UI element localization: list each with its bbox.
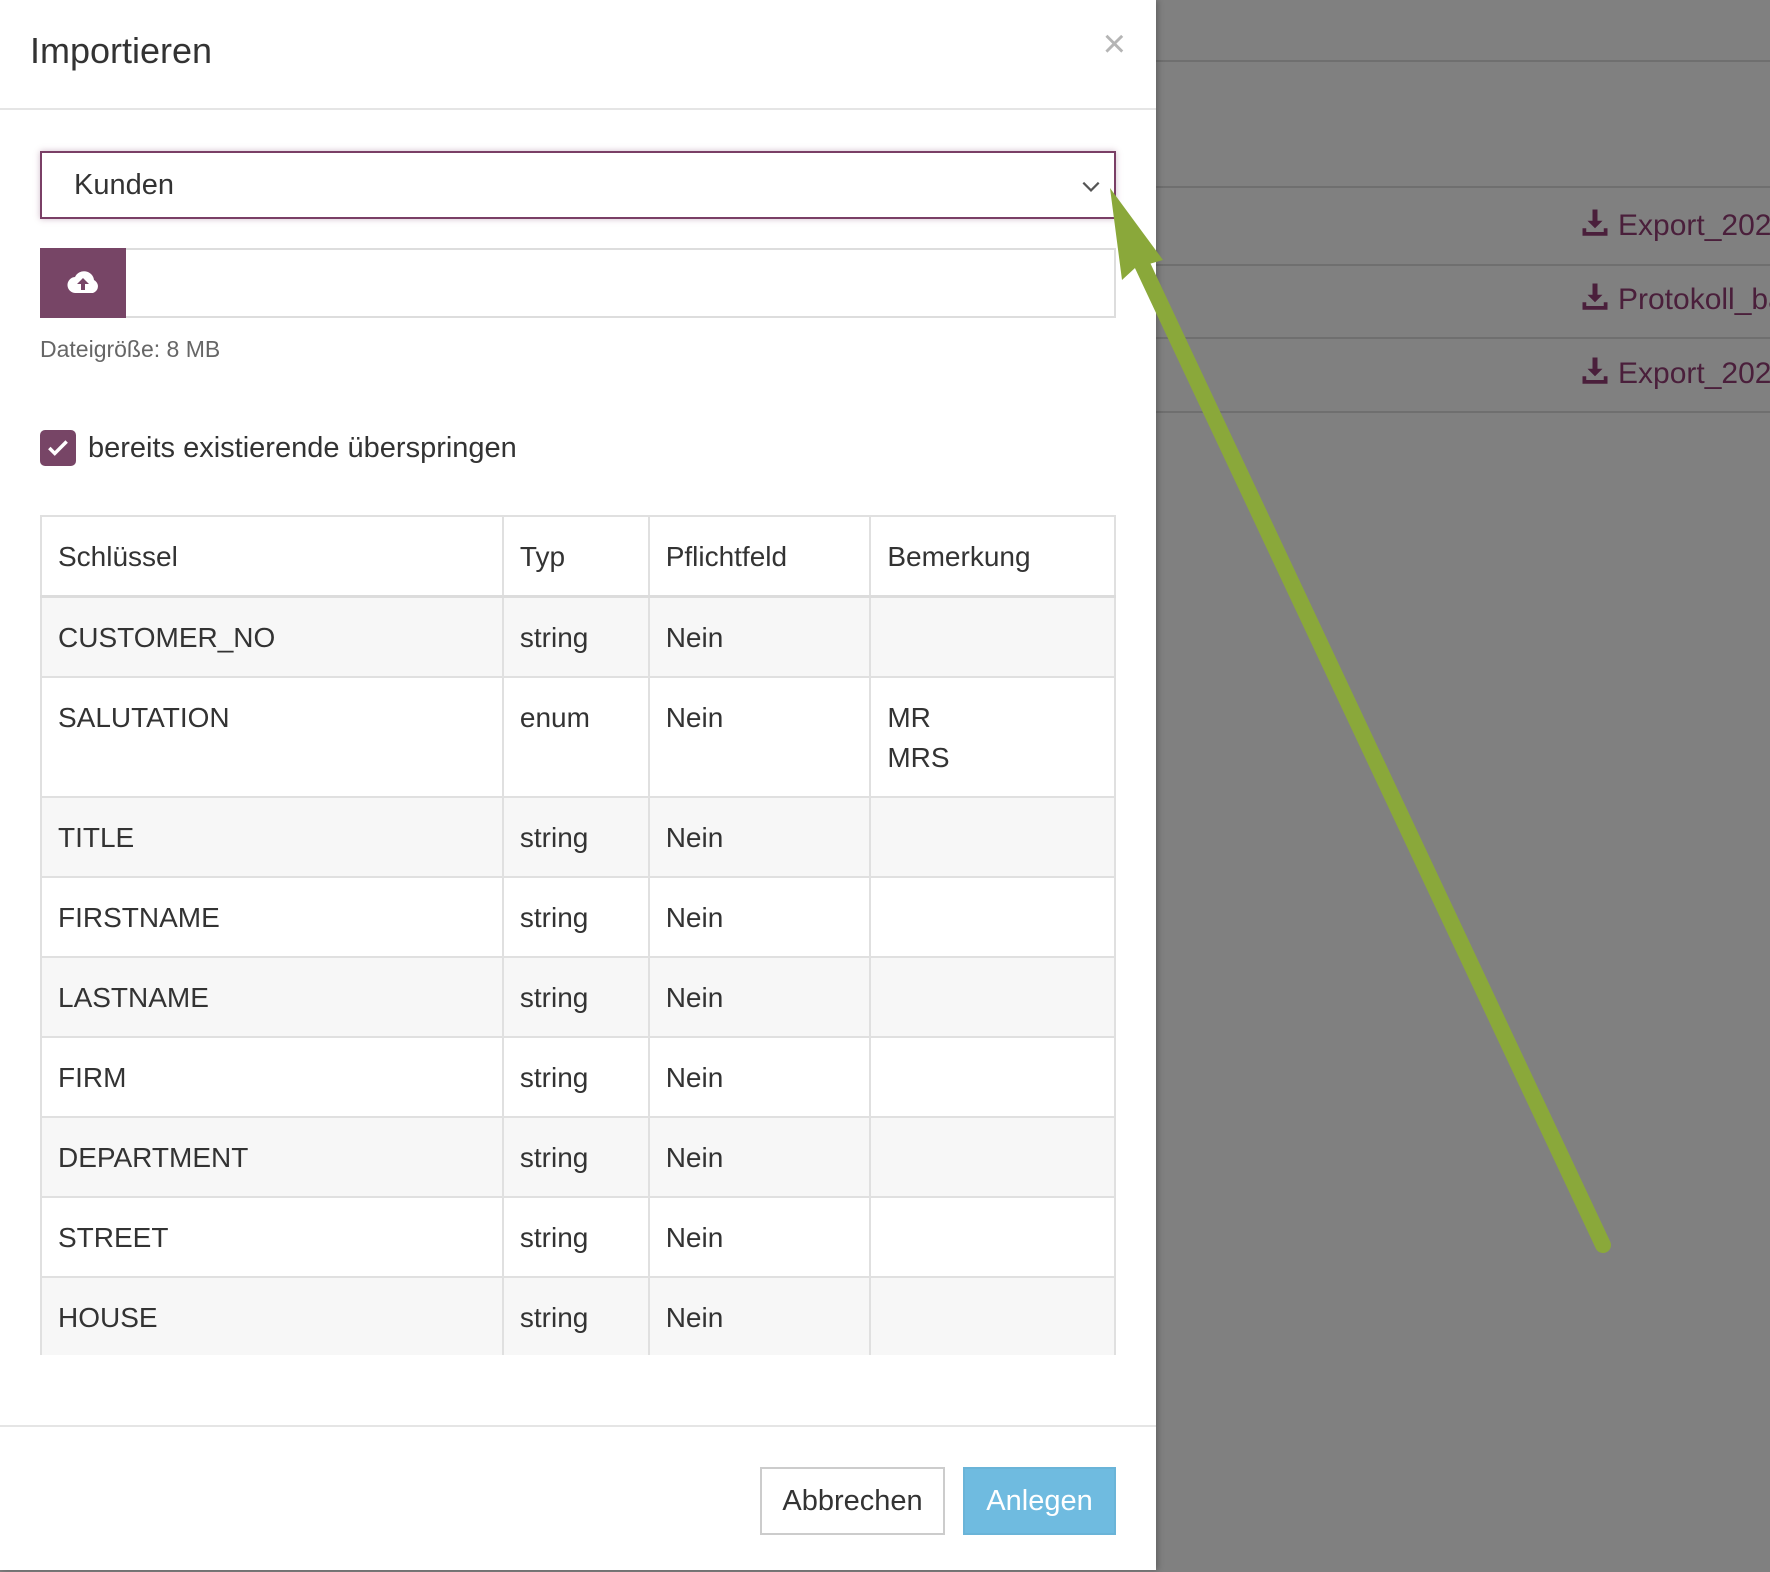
cell-required: Nein (647, 956, 872, 1038)
cell-key: FIRSTNAME (40, 876, 504, 958)
import-modal: Importieren × Kunden Dateigröße: 8 MB be… (0, 0, 1156, 1570)
cell-required: Nein (647, 676, 872, 798)
header-required: Pflichtfeld (647, 515, 872, 598)
cell-key: FIRM (40, 1036, 504, 1118)
cell-type: string (501, 1116, 650, 1198)
table-row: HOUSE string Nein (40, 1276, 1116, 1355)
cell-note (869, 1036, 1116, 1118)
upload-button[interactable] (40, 248, 126, 318)
create-button[interactable]: Anlegen (963, 1467, 1116, 1535)
import-type-select[interactable]: Kunden (40, 151, 1116, 219)
cell-required: Nein (647, 1276, 872, 1355)
bg-divider (1156, 337, 1770, 339)
cell-type: string (501, 1036, 650, 1118)
cell-key: SALUTATION (40, 676, 504, 798)
modal-title: Importieren (30, 30, 213, 71)
bg-file-link[interactable]: Protokoll_ba (1580, 281, 1770, 319)
cell-key: HOUSE (40, 1276, 504, 1355)
bg-file-name: Export_2022 (1618, 209, 1770, 242)
cell-note (869, 595, 1116, 678)
cell-note (869, 956, 1116, 1038)
cell-type: string (501, 796, 650, 878)
check-icon (48, 440, 68, 456)
cell-type: enum (501, 676, 650, 798)
cell-type: string (501, 956, 650, 1038)
cell-note-line: MR (887, 702, 931, 733)
bg-file-link[interactable]: Export_2022 (1580, 355, 1770, 393)
skip-existing-label: bereits existierende überspringen (88, 431, 517, 464)
cell-note (869, 876, 1116, 958)
skip-existing-checkbox[interactable] (40, 430, 76, 466)
cell-note: MR MRS (869, 676, 1116, 798)
cell-required: Nein (647, 796, 872, 878)
bg-divider (1156, 186, 1770, 188)
cell-required: Nein (647, 876, 872, 958)
cancel-button[interactable]: Abbrechen (760, 1467, 945, 1535)
cell-required: Nein (647, 1116, 872, 1198)
cell-note (869, 1116, 1116, 1198)
table-header-row: Schlüssel Typ Pflichtfeld Bemerkung (40, 515, 1116, 598)
cell-note (869, 1276, 1116, 1355)
file-upload-group (40, 248, 1116, 318)
modal-footer: Abbrechen Anlegen (0, 1425, 1156, 1570)
table-row: DEPARTMENT string Nein (40, 1116, 1116, 1198)
modal-header: Importieren × (0, 0, 1156, 110)
cell-key: CUSTOMER_NO (40, 595, 504, 678)
cell-note (869, 796, 1116, 878)
download-icon (1580, 281, 1610, 319)
bg-file-link[interactable]: Export_2022 (1580, 207, 1770, 245)
cell-required: Nein (647, 1036, 872, 1118)
cell-note (869, 1196, 1116, 1278)
table-row: STREET string Nein (40, 1196, 1116, 1278)
download-icon (1580, 355, 1610, 393)
filesize-hint: Dateigröße: 8 MB (40, 336, 221, 362)
table-row: FIRSTNAME string Nein (40, 876, 1116, 958)
bg-divider (1156, 264, 1770, 266)
cell-note-line: MRS (887, 742, 950, 773)
fields-table-container[interactable]: Schlüssel Typ Pflichtfeld Bemerkung CUST… (40, 515, 1116, 1355)
table-row: TITLE string Nein (40, 796, 1116, 878)
chevron-down-icon (1082, 181, 1100, 192)
cell-type: string (501, 1196, 650, 1278)
cell-type: string (501, 1276, 650, 1355)
cell-type: string (501, 595, 650, 678)
cell-key: STREET (40, 1196, 504, 1278)
file-path-input[interactable] (126, 248, 1116, 318)
cell-key: LASTNAME (40, 956, 504, 1038)
download-icon (1580, 207, 1610, 245)
bg-file-name: Export_2022 (1618, 357, 1770, 390)
cell-type: string (501, 876, 650, 958)
bg-file-name: Protokoll_ba (1618, 283, 1770, 316)
cell-required: Nein (647, 595, 872, 678)
fields-table: Schlüssel Typ Pflichtfeld Bemerkung CUST… (40, 515, 1116, 1355)
header-key: Schlüssel (40, 515, 504, 598)
skip-existing-option: bereits existierende überspringen (40, 430, 517, 466)
table-row: LASTNAME string Nein (40, 956, 1116, 1038)
header-note: Bemerkung (869, 515, 1116, 598)
header-type: Typ (501, 515, 650, 598)
table-row: FIRM string Nein (40, 1036, 1116, 1118)
import-type-value: Kunden (74, 168, 174, 201)
cell-key: DEPARTMENT (40, 1116, 504, 1198)
cloud-upload-icon (67, 271, 98, 294)
bg-divider (1156, 60, 1770, 62)
table-row: CUSTOMER_NO string Nein (40, 595, 1116, 678)
cell-key: TITLE (40, 796, 504, 878)
bg-divider (1156, 411, 1770, 413)
cell-required: Nein (647, 1196, 872, 1278)
close-icon[interactable]: × (1103, 24, 1126, 64)
table-row: SALUTATION enum Nein MR MRS (40, 676, 1116, 798)
